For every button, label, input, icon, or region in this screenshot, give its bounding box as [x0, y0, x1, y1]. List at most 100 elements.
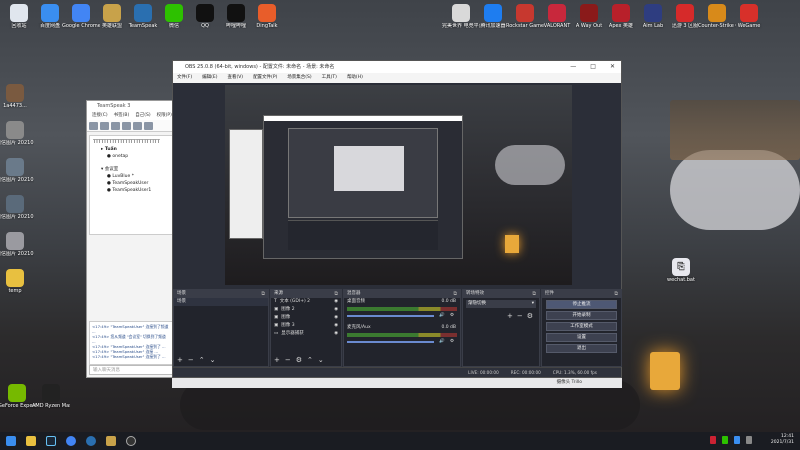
desktop-icon[interactable]: 1a4473...: [0, 84, 34, 109]
transition-select[interactable]: 渐隐切换 ▾: [466, 300, 536, 308]
bookmark-icon[interactable]: [100, 122, 109, 130]
chat-input[interactable]: 输入聊天消息: [89, 365, 173, 375]
dock-float-icon[interactable]: ⧉: [614, 290, 618, 298]
add-icon[interactable]: +: [177, 356, 183, 364]
speaker-icon[interactable]: 🔊: [439, 338, 445, 346]
steam-icon[interactable]: [46, 436, 56, 446]
obs-preview[interactable]: [225, 85, 572, 285]
desktop-icon[interactable]: AMD Ryzen Master: [32, 384, 70, 409]
dock-float-icon[interactable]: ⧉: [532, 290, 536, 298]
tray-app-icon[interactable]: [710, 436, 716, 444]
settings-icon[interactable]: [144, 122, 153, 130]
obs-menu-profile[interactable]: 配置文件(P): [253, 73, 277, 83]
remove-icon[interactable]: −: [517, 312, 523, 320]
obs-taskbar-icon[interactable]: [126, 436, 136, 446]
user-item[interactable]: ● TeamSpeakUser1: [107, 187, 169, 194]
move-down-icon[interactable]: ⌄: [210, 356, 216, 364]
obs-menu-view[interactable]: 查看(V): [227, 73, 243, 83]
source-item[interactable]: ▣ 图像 ◉: [271, 314, 341, 322]
volume-slider[interactable]: [347, 341, 435, 343]
gear-icon[interactable]: ⚙: [296, 356, 302, 364]
desktop-icon[interactable]: 微信图片 2021072...: [0, 158, 34, 183]
tray-app-icon[interactable]: [722, 436, 728, 444]
visibility-icon[interactable]: ◉: [334, 306, 338, 314]
ts-menu-item[interactable]: 权限(P): [157, 111, 172, 120]
visibility-icon[interactable]: ◉: [334, 330, 338, 338]
desktop-icon[interactable]: WeGame: [730, 4, 768, 29]
visibility-icon[interactable]: ◉: [334, 322, 338, 330]
windows-start-icon[interactable]: [6, 436, 16, 446]
gear-icon[interactable]: ⚙: [527, 312, 533, 320]
obs-menu-file[interactable]: 文件(F): [177, 73, 192, 83]
desktop-file-wechat-bat[interactable]: ⎘ wechat.bat: [662, 258, 700, 283]
mute-mic-icon[interactable]: [122, 122, 131, 130]
remove-icon[interactable]: −: [285, 356, 291, 364]
taskbar: 12:41 2021/7/31: [0, 432, 800, 450]
away-icon[interactable]: [111, 122, 120, 130]
dock-float-icon[interactable]: ⧉: [334, 290, 338, 298]
ts-menu-item[interactable]: 书签(B): [114, 111, 130, 120]
chrome-icon[interactable]: [66, 436, 76, 446]
gear-icon[interactable]: ⚙: [450, 338, 454, 346]
move-up-icon[interactable]: ⌃: [199, 356, 205, 364]
teamspeak-taskbar-icon[interactable]: [86, 436, 96, 446]
file-explorer-icon[interactable]: [26, 436, 36, 446]
desktop-icon[interactable]: DingTalk: [248, 4, 286, 29]
remove-icon[interactable]: −: [188, 356, 194, 364]
studio-mode-button[interactable]: 工作室模式: [546, 322, 617, 331]
desktop-icon[interactable]: temp: [0, 269, 34, 294]
user-item[interactable]: ● TeamSpeakUser: [107, 180, 169, 187]
settings-button[interactable]: 设置: [546, 333, 617, 342]
stop-streaming-button[interactable]: 停止推流: [546, 300, 617, 309]
source-item[interactable]: ▭ 显示器捕获 ◉: [271, 330, 341, 338]
source-item[interactable]: ▣ 图像 3 ◉: [271, 322, 341, 330]
server-name[interactable]: TTTTTTTTTTTTTTTTTTTTTTTTT: [93, 139, 169, 146]
move-up-icon[interactable]: ⌃: [307, 356, 313, 364]
user-item[interactable]: ● LuvBlue *: [107, 173, 169, 180]
dock-float-icon[interactable]: ⧉: [261, 290, 265, 298]
ts-menu-item[interactable]: 连接(C): [92, 111, 108, 120]
app-taskbar-icon[interactable]: [106, 436, 116, 446]
ts-menu-item[interactable]: 自己(S): [135, 111, 150, 120]
start-recording-button[interactable]: 开始录制: [546, 311, 617, 320]
chevron-down-icon: ▾: [531, 301, 534, 306]
dock-float-icon[interactable]: ⧉: [453, 290, 457, 298]
speaker-icon[interactable]: 🔊: [439, 312, 445, 320]
source-item[interactable]: T 文本 (GDI+) 2 ◉: [271, 298, 341, 306]
controls-header: 控件: [545, 291, 554, 296]
obs-menu-tools[interactable]: 工具(T): [322, 73, 337, 83]
obs-menu-edit[interactable]: 编辑(E): [202, 73, 217, 83]
channel-item[interactable]: ▾ 会议室: [101, 166, 169, 173]
desktop-icon[interactable]: 微信图片 2021072...: [0, 195, 34, 220]
add-icon[interactable]: +: [274, 356, 280, 364]
visibility-icon[interactable]: ◉: [334, 298, 338, 306]
mixer-channel-label: 桌面音频 0.0 dB: [347, 299, 456, 304]
tray-app-icon[interactable]: [734, 436, 740, 444]
scene-item[interactable]: 场景: [174, 298, 268, 306]
desktop-icon[interactable]: GeForce Experience: [0, 384, 36, 409]
desktop-icon[interactable]: 微信图片 2021072...: [0, 121, 34, 146]
maximize-button[interactable]: □: [590, 61, 596, 73]
channel-item[interactable]: ▸ Tuấn: [101, 146, 169, 153]
teamspeak-title: TeamSpeak 3: [87, 101, 175, 111]
visibility-icon[interactable]: ◉: [334, 314, 338, 322]
tray-app-icon[interactable]: [746, 436, 752, 444]
close-button[interactable]: ✕: [610, 61, 615, 73]
obs-window[interactable]: OBS 25.0.8 (64-bit, windows) - 配置文件: 未命名…: [172, 60, 622, 378]
move-down-icon[interactable]: ⌄: [318, 356, 324, 364]
source-item[interactable]: ▣ 图像 2 ◉: [271, 306, 341, 314]
minimize-button[interactable]: —: [570, 61, 576, 73]
add-icon[interactable]: +: [507, 312, 513, 320]
gear-icon[interactable]: ⚙: [450, 312, 454, 320]
teamspeak-window[interactable]: TeamSpeak 3 连接(C) 书签(B) 自己(S) 权限(P) TTTT…: [86, 100, 176, 378]
mute-speaker-icon[interactable]: [133, 122, 142, 130]
volume-slider[interactable]: [347, 315, 435, 317]
obs-menu-scene-collection[interactable]: 场景集合(S): [287, 73, 311, 83]
exit-button[interactable]: 退出: [546, 344, 617, 353]
obs-menu-help[interactable]: 帮助(H): [347, 73, 363, 83]
desktop-icon[interactable]: 微信图片 2021072...: [0, 232, 34, 257]
user-item[interactable]: ● onetap: [107, 153, 169, 160]
scenes-dock: 场景 ⧉ 场景 + − ⌃ ⌄: [173, 289, 269, 367]
connect-icon[interactable]: [89, 122, 98, 130]
tray-clock[interactable]: 12:41 2021/7/31: [771, 434, 794, 446]
